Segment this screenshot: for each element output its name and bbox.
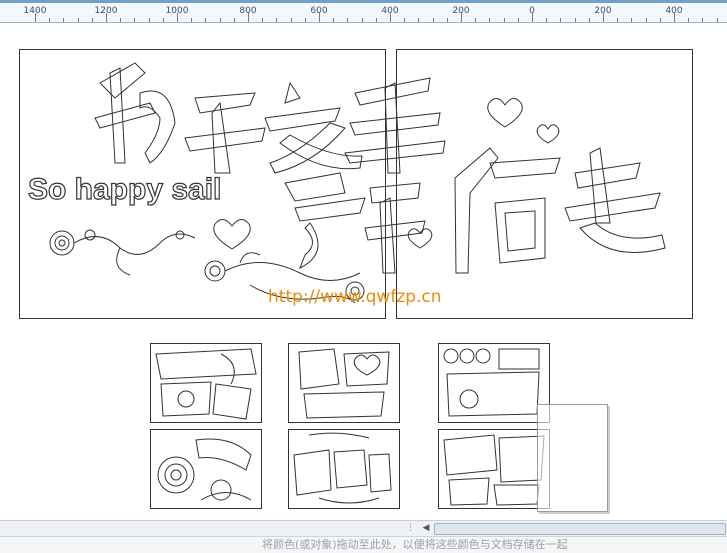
thumbnail-2-shapes xyxy=(298,348,390,419)
ruler-minor-tick xyxy=(688,18,690,22)
ruler-minor-tick xyxy=(617,18,619,22)
ruler-tick-label: 800 xyxy=(239,6,257,16)
ruler-minor-tick xyxy=(63,18,65,22)
ruler-minor-tick xyxy=(418,18,420,22)
ruler-tick-label: 600 xyxy=(310,6,328,16)
ruler-minor-tick xyxy=(162,18,164,22)
ruler-accent-line xyxy=(0,0,727,3)
ruler-minor-tick xyxy=(290,18,292,22)
thumbnail-6-shapes xyxy=(443,434,545,506)
selection-marquee[interactable] xyxy=(537,404,608,512)
ruler-tick-label: 400 xyxy=(665,6,683,16)
ruler-minor-tick xyxy=(77,18,79,22)
ruler-minor-tick xyxy=(517,18,519,22)
thumbnail-3-shapes xyxy=(443,348,540,417)
ruler-minor-tick xyxy=(645,18,647,22)
ruler-minor-tick xyxy=(475,18,477,22)
layout-thumbnail-1[interactable] xyxy=(150,343,262,423)
calligraphy-strokes-top xyxy=(94,62,446,174)
heart-shape-4 xyxy=(407,228,433,249)
heart-shape-2 xyxy=(536,124,560,144)
heart-shape-3 xyxy=(213,219,251,250)
english-outline-text: So happy sail xyxy=(28,173,221,206)
layout-thumbnail-6[interactable] xyxy=(438,429,550,509)
ruler-minor-tick xyxy=(404,18,406,22)
ruler-minor-tick xyxy=(588,18,590,22)
ruler-minor-tick xyxy=(233,18,235,22)
ruler-tick-label: 400 xyxy=(381,6,399,16)
ruler-minor-tick xyxy=(205,18,207,22)
ruler-minor-tick xyxy=(546,18,548,22)
layout-thumbnail-3[interactable] xyxy=(438,343,550,423)
heart-shape-1 xyxy=(487,98,523,128)
ruler-minor-tick xyxy=(702,18,704,22)
ruler-minor-tick xyxy=(120,18,122,22)
ruler-minor-tick xyxy=(574,18,576,22)
ruler-minor-tick xyxy=(659,18,661,22)
horizontal-scrollbar-area: ⋮ ◀ xyxy=(0,520,727,536)
layout-thumbnail-4[interactable] xyxy=(150,429,262,509)
thumbnail-1-shapes xyxy=(155,348,257,420)
ruler-minor-tick xyxy=(134,18,136,22)
ruler-minor-tick xyxy=(262,18,264,22)
ruler-minor-tick xyxy=(432,18,434,22)
ruler-minor-tick xyxy=(219,18,221,22)
ruler-tick-label: 1400 xyxy=(23,6,47,16)
horizontal-scrollbar[interactable] xyxy=(434,523,726,535)
main-artwork[interactable]: So happy sail xyxy=(0,23,727,323)
layout-thumbnail-5[interactable] xyxy=(288,429,400,509)
color-docker-hint-text: 将颜色(或对象)拖动至此处，以便将这些颜色与文档存储在一起 xyxy=(262,538,568,551)
thumbnail-5-shapes xyxy=(293,432,392,504)
splitter-grip-icon[interactable]: ⋮ xyxy=(406,523,415,534)
ruler-minor-tick xyxy=(91,18,93,22)
ruler-tick-label: 1000 xyxy=(165,6,189,16)
ruler-minor-tick xyxy=(503,18,505,22)
ruler-minor-tick xyxy=(631,18,633,22)
color-docker-hint-bar[interactable]: 将颜色(或对象)拖动至此处，以便将这些颜色与文档存储在一起 xyxy=(0,536,727,553)
scroll-left-arrow-icon[interactable]: ◀ xyxy=(420,523,432,534)
ruler-minor-tick xyxy=(304,18,306,22)
thumbnail-4-shapes xyxy=(157,438,252,501)
watermark-url: http://www.qwfzp.cn xyxy=(268,287,442,307)
layout-thumbnail-2[interactable] xyxy=(288,343,400,423)
ruler-minor-tick xyxy=(191,18,193,22)
ruler-minor-tick xyxy=(489,18,491,22)
ruler-minor-tick xyxy=(361,18,363,22)
drawing-canvas[interactable]: So happy sail http://www.qwfzp.cn xyxy=(0,23,727,520)
ruler-minor-tick xyxy=(148,18,150,22)
ruler-minor-tick xyxy=(446,18,448,22)
ruler-minor-tick xyxy=(560,18,562,22)
ruler-tick-label: 200 xyxy=(594,6,612,16)
ruler-minor-tick xyxy=(347,18,349,22)
ruler-minor-tick xyxy=(716,18,718,22)
ruler-minor-tick xyxy=(333,18,335,22)
ruler-minor-tick xyxy=(49,18,51,22)
ruler-minor-tick xyxy=(276,18,278,22)
ruler-tick-label: 200 xyxy=(452,6,470,16)
ruler-minor-tick xyxy=(375,18,377,22)
ruler-tick-label: 1200 xyxy=(94,6,118,16)
horizontal-ruler[interactable]: 1400 1200 1000 800 600 400 200 0 200 400 xyxy=(0,0,727,23)
swirl-ornament-left xyxy=(49,229,196,276)
ruler-tick-label: 0 xyxy=(529,6,535,16)
calligraphy-strokes-bottom xyxy=(284,147,666,274)
